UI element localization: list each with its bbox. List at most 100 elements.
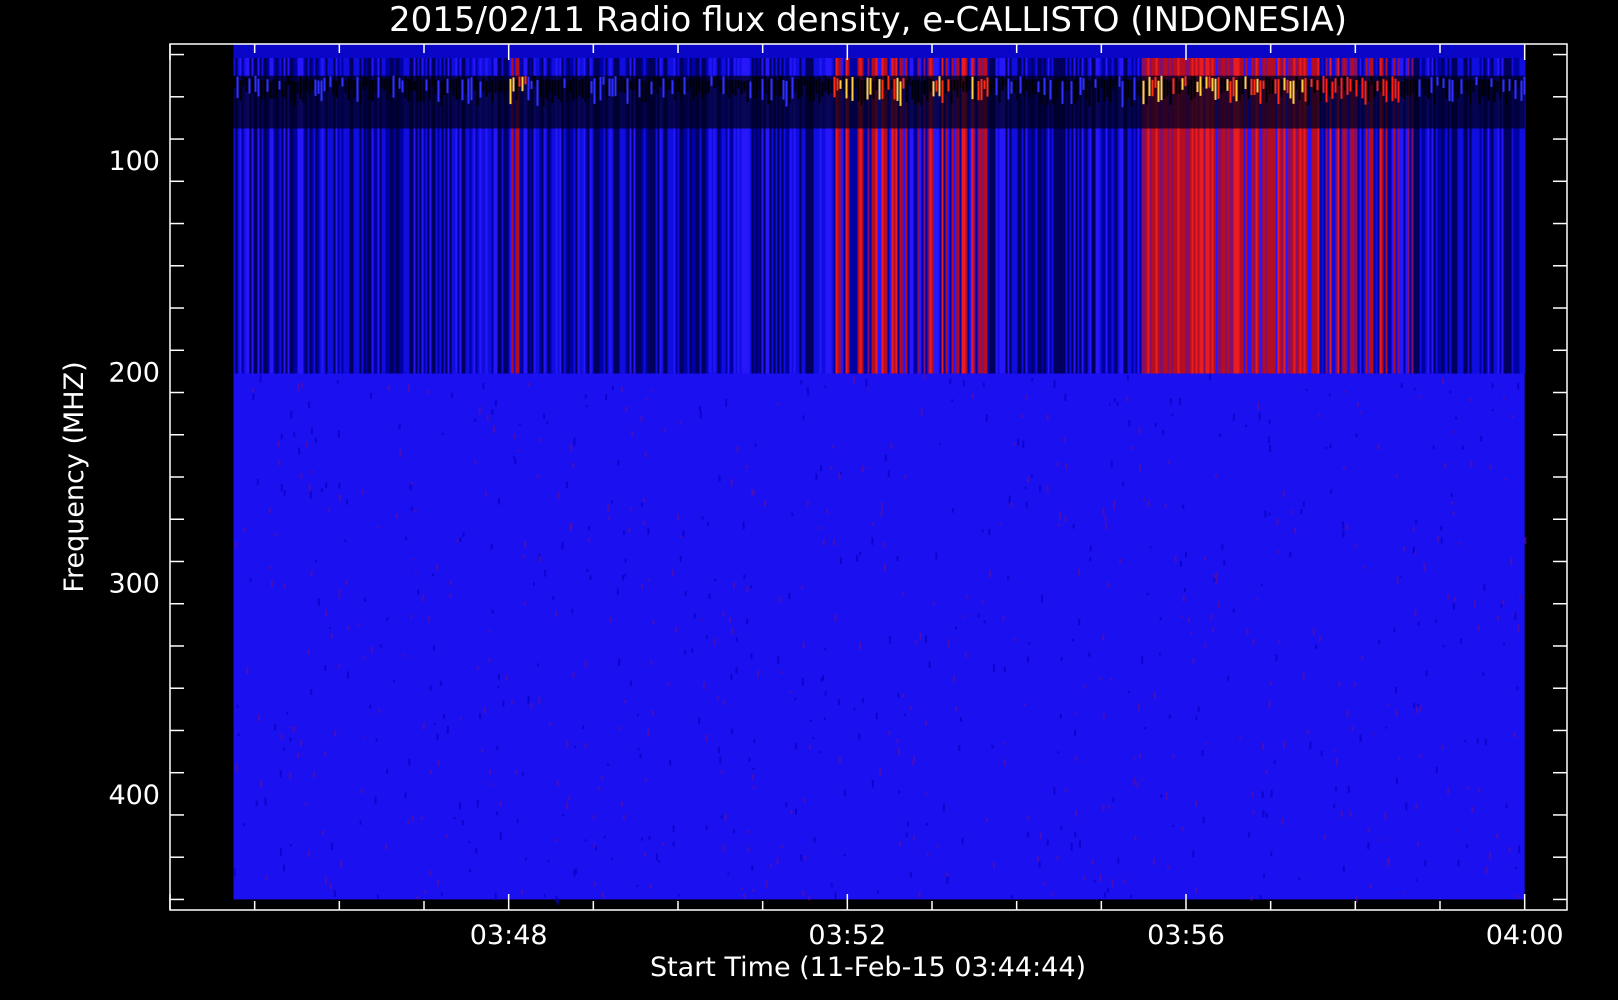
noise-dot: [1395, 474, 1398, 478]
noise-dot: [824, 647, 827, 651]
plot-area: [233, 44, 1527, 905]
interference-column: [329, 76, 332, 88]
interference-column: [902, 78, 905, 89]
noise-dot: [1393, 627, 1396, 633]
noise-dot: [1320, 750, 1323, 757]
interference-column: [1016, 80, 1019, 100]
noise-dot: [707, 521, 710, 527]
noise-dot: [1102, 634, 1105, 641]
noise-dot: [345, 499, 348, 505]
interference-column: [371, 80, 374, 101]
noise-dot: [317, 598, 320, 606]
noise-dot: [1306, 729, 1309, 734]
noise-dot: [819, 751, 822, 754]
noise-dot: [524, 857, 527, 861]
interference-column: [578, 80, 581, 96]
noise-dot: [527, 695, 530, 704]
noise-dot: [1013, 442, 1016, 446]
noise-dot: [1265, 769, 1268, 774]
noise-dot: [361, 488, 364, 495]
noise-dot: [1182, 595, 1185, 602]
noise-dot: [269, 565, 272, 570]
noise-dot: [622, 814, 625, 820]
noise-dot: [1195, 887, 1198, 894]
noise-dot: [1256, 598, 1259, 601]
noise-dot: [872, 521, 875, 526]
noise-dot: [429, 685, 432, 691]
noise-dot: [264, 797, 267, 806]
noise-dot: [964, 652, 967, 658]
noise-dot: [1162, 430, 1165, 436]
noise-dot: [426, 390, 429, 394]
noise-dot: [340, 860, 343, 868]
interference-column: [1004, 78, 1007, 87]
interference-column: [914, 79, 917, 104]
noise-dot: [1022, 440, 1025, 448]
interference-column: [944, 79, 947, 94]
noise-dot: [1300, 509, 1303, 515]
noise-dot: [293, 726, 296, 733]
interference-column: [1079, 77, 1082, 96]
noise-dot: [1031, 377, 1034, 381]
noise-dot: [652, 710, 655, 716]
interference-column: [245, 77, 248, 92]
noise-dot: [926, 853, 929, 857]
noise-dot: [399, 449, 402, 457]
noise-dot: [407, 820, 410, 824]
noise-dot: [702, 681, 705, 689]
noise-dot: [982, 382, 985, 387]
noise-dot: [648, 578, 651, 582]
noise-dot: [396, 513, 399, 519]
noise-dot: [474, 418, 477, 422]
noise-dot: [1133, 777, 1136, 786]
noise-dot: [912, 835, 915, 841]
noise-dot: [338, 593, 341, 599]
noise-dot: [989, 570, 992, 578]
noise-dot: [896, 739, 899, 743]
noise-dot: [376, 894, 379, 900]
interference-column: [572, 77, 575, 100]
noise-dot: [420, 816, 423, 821]
interference-column: [1427, 78, 1430, 99]
noise-dot: [824, 385, 827, 388]
noise-dot: [1325, 446, 1328, 450]
noise-dot: [543, 413, 546, 419]
noise-dot: [791, 512, 794, 517]
noise-dot: [1116, 401, 1119, 406]
noise-dot: [488, 658, 491, 663]
interference-column: [1010, 81, 1013, 94]
noise-dot: [642, 497, 645, 502]
noise-dot: [1008, 495, 1011, 504]
y-tick-label: 400: [108, 780, 160, 811]
noise-dot: [788, 593, 791, 600]
interference-column: [1499, 76, 1502, 98]
noise-dot: [260, 779, 263, 787]
noise-dot: [800, 379, 803, 385]
noise-dot: [650, 388, 653, 391]
noise-dot: [1276, 518, 1279, 526]
interference-column: [941, 80, 944, 103]
x-tick-label: 03:48: [470, 920, 548, 951]
interference-column: [1124, 78, 1127, 101]
noise-dot: [1489, 851, 1492, 860]
noise-dot: [1169, 398, 1172, 405]
interference-column: [497, 81, 500, 91]
noise-dot: [572, 672, 575, 679]
noise-dot: [587, 526, 590, 531]
interference-column: [623, 78, 626, 93]
noise-dot: [722, 611, 725, 617]
interference-column: [1451, 79, 1454, 102]
interference-column: [509, 78, 512, 105]
interference-column: [659, 77, 662, 87]
noise-dot: [780, 671, 783, 675]
noise-dot: [1214, 474, 1217, 478]
interference-column: [770, 78, 773, 101]
interference-column: [797, 79, 800, 99]
noise-dot: [1030, 474, 1033, 478]
noise-dot: [270, 580, 273, 587]
noise-dot: [735, 637, 738, 642]
noise-dot: [460, 717, 463, 720]
interference-column: [683, 77, 686, 95]
noise-dot: [807, 390, 810, 396]
noise-dot: [859, 641, 862, 650]
